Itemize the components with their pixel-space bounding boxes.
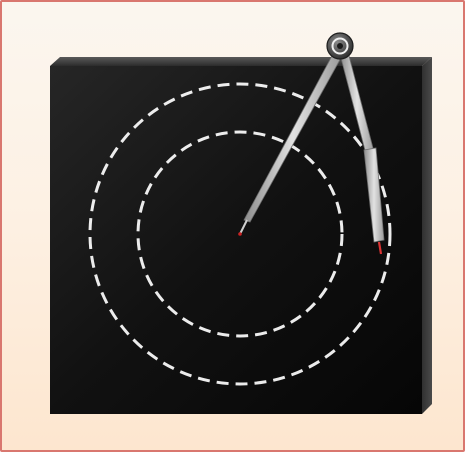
compass-illustration <box>50 32 432 414</box>
board-top-edge <box>50 57 432 66</box>
board-side-edge <box>422 57 432 414</box>
black-board <box>50 66 422 414</box>
illustration-frame <box>0 0 465 452</box>
compass-knob-center <box>337 43 343 49</box>
compass-needle-tip <box>238 232 242 236</box>
